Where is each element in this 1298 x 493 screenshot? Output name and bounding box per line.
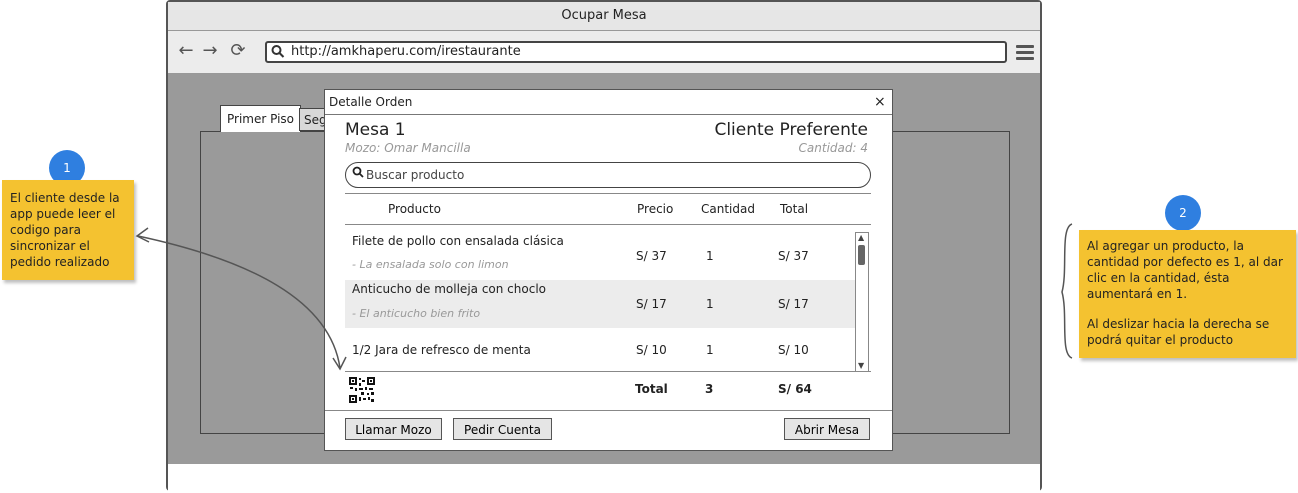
column-header-total: Total (780, 202, 809, 216)
item-name: Filete de pollo con ensalada clásica (352, 234, 564, 248)
window-title: Ocupar Mesa (168, 2, 1040, 31)
llamar-mozo-button[interactable]: Llamar Mozo (345, 418, 442, 440)
hamburger-menu-icon[interactable] (1016, 45, 1034, 61)
address-url: http://amkhaperu.com/irestaurante (291, 44, 521, 59)
annotation-2-text-1: Al agregar un producto, la cantidad por … (1087, 239, 1283, 301)
total-qty: 3 (705, 382, 714, 396)
abrir-mesa-button[interactable]: Abrir Mesa (784, 418, 870, 440)
waiter-name: Mozo: Omar Mancilla (345, 141, 471, 155)
annotation-2-note: Al agregar un producto, la cantidad por … (1079, 230, 1296, 358)
column-header-producto: Producto (388, 202, 441, 216)
customer-type: Cliente Preferente (714, 120, 868, 140)
window-footer (168, 464, 1040, 491)
guest-count: Cantidad: 4 (798, 141, 868, 155)
item-total: S/ 37 (778, 249, 809, 263)
header-divider-bottom (345, 224, 871, 225)
search-icon (352, 163, 364, 187)
close-icon[interactable]: × (874, 90, 886, 114)
scroll-thumb[interactable] (858, 245, 865, 265)
header-divider-top (345, 193, 871, 194)
pedir-cuenta-button[interactable]: Pedir Cuenta (453, 418, 552, 440)
back-arrow-icon[interactable]: ← (176, 41, 196, 61)
item-qty[interactable]: 1 (706, 297, 714, 311)
reload-icon[interactable]: ⟳ (228, 41, 248, 61)
item-name: 1/2 Jara de refresco de menta (352, 343, 531, 357)
search-icon (271, 43, 285, 65)
footer-divider (325, 410, 892, 411)
table-name: Mesa 1 (345, 120, 406, 140)
item-total: S/ 17 (778, 297, 809, 311)
item-price: S/ 17 (636, 297, 667, 311)
item-qty[interactable]: 1 (706, 343, 714, 357)
dialog-header: Detalle Orden × (325, 90, 892, 115)
item-price: S/ 37 (636, 249, 667, 263)
table-row[interactable]: Anticucho de molleja con choclo - El ant… (345, 280, 855, 328)
table-row[interactable]: 1/2 Jara de refresco de menta S/ 10 1 S/… (345, 330, 855, 368)
annotation-2-text-2: Al deslizar hacia la derecha se podrá qu… (1087, 317, 1270, 347)
item-price: S/ 10 (636, 343, 667, 357)
column-header-precio: Precio (637, 202, 674, 216)
search-box (345, 162, 871, 188)
item-name: Anticucho de molleja con choclo (352, 282, 546, 296)
tab-primer-piso[interactable]: Primer Piso (220, 105, 301, 132)
item-qty[interactable]: 1 (706, 249, 714, 263)
search-input[interactable] (366, 166, 846, 184)
address-bar[interactable]: http://amkhaperu.com/irestaurante (265, 41, 1007, 63)
item-note: - El anticucho bien frito (352, 307, 481, 320)
annotation-2-badge: 2 (1165, 195, 1201, 231)
column-header-cantidad: Cantidad (701, 202, 755, 216)
qr-code-icon[interactable] (349, 377, 375, 403)
total-label: Total (635, 382, 668, 396)
scroll-up-icon[interactable]: ▲ (858, 233, 864, 242)
total-amount: S/ 64 (778, 382, 812, 396)
annotation-1-note: El cliente desde la app puede leer el co… (2, 180, 134, 280)
totals-divider (345, 371, 871, 372)
detalle-orden-dialog: Detalle Orden × Mesa 1 Mozo: Omar Mancil… (324, 89, 893, 451)
item-note: - La ensalada solo con limon (352, 258, 509, 271)
curly-brace-icon (1061, 223, 1073, 359)
list-scrollbar[interactable]: ▲ ▼ (855, 232, 869, 372)
table-row[interactable]: Filete de pollo con ensalada clásica - L… (345, 231, 855, 279)
scroll-down-icon[interactable]: ▼ (858, 361, 864, 370)
browser-navbar: ← → ⟳ http://amkhaperu.com/irestaurante (168, 31, 1040, 74)
tab-segundo-piso[interactable]: Seg (299, 108, 327, 131)
item-total: S/ 10 (778, 343, 809, 357)
forward-arrow-icon[interactable]: → (200, 41, 220, 61)
dialog-title: Detalle Orden (329, 95, 413, 109)
